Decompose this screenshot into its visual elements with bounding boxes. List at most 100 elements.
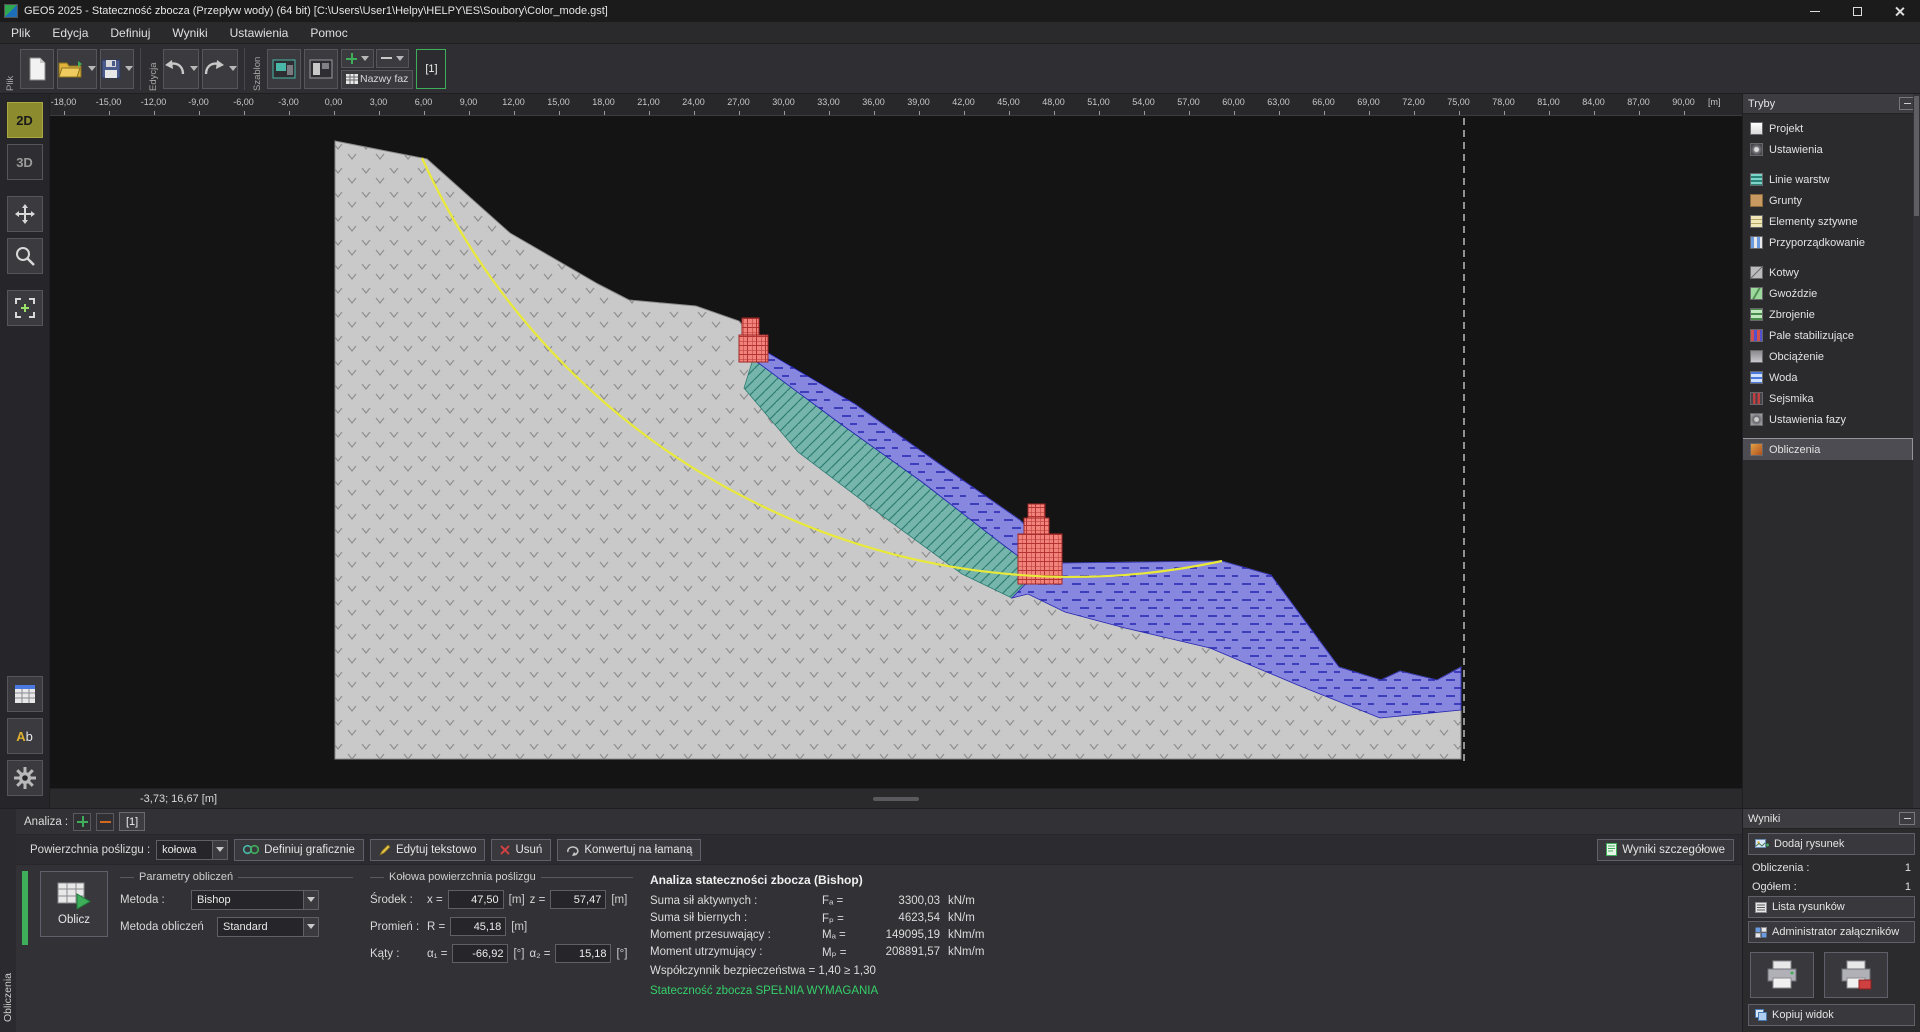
mode-item-projekt[interactable]: Projekt bbox=[1743, 118, 1912, 139]
bottom-vertical-tab[interactable]: Obliczenia bbox=[0, 809, 16, 1032]
print-picture-button[interactable] bbox=[1824, 952, 1888, 998]
ustawienia-fazy-icon bbox=[1750, 413, 1763, 426]
analysis-tab-1[interactable]: [1] bbox=[119, 812, 145, 831]
calculate-button[interactable]: Oblicz bbox=[40, 871, 108, 937]
scrollbar-thumb[interactable] bbox=[1914, 96, 1919, 216]
mode-item-linie-warstw[interactable]: Linie warstw bbox=[1743, 169, 1912, 190]
mode-item-pale[interactable]: Pale stabilizujące bbox=[1743, 325, 1912, 346]
mode-item-elementy-sztywne[interactable]: Elementy sztywne bbox=[1743, 211, 1912, 232]
print-document-button[interactable] bbox=[1750, 952, 1814, 998]
mode-item-ustawienia-fazy[interactable]: Ustawienia fazy bbox=[1743, 409, 1912, 430]
mode-item-przyporzadkowanie[interactable]: Przyporządkowanie bbox=[1743, 232, 1912, 253]
mode-item-label: Sejsmika bbox=[1769, 393, 1814, 405]
save-dropdown-icon[interactable] bbox=[125, 66, 133, 71]
menu-item-definiuj[interactable]: Definiuj bbox=[99, 22, 161, 43]
open-dropdown-icon[interactable] bbox=[88, 66, 96, 71]
pan-tool-button[interactable] bbox=[7, 196, 43, 232]
tables-button[interactable] bbox=[7, 676, 43, 712]
method-select[interactable]: Bishop bbox=[191, 890, 319, 910]
mode-item-obliczenia[interactable]: Obliczenia bbox=[1743, 439, 1912, 460]
new-file-button[interactable] bbox=[20, 49, 54, 89]
menu-item-wyniki[interactable]: Wyniki bbox=[161, 22, 218, 43]
mode-item-label: Linie warstw bbox=[1769, 174, 1830, 186]
calculations-value: 1 bbox=[1905, 862, 1911, 874]
delete-x-icon bbox=[500, 845, 510, 855]
add-phase-button[interactable] bbox=[341, 49, 374, 68]
open-file-button[interactable] bbox=[57, 49, 97, 89]
mode-item-sejsmika[interactable]: Sejsmika bbox=[1743, 388, 1912, 409]
results-collapse-button[interactable] bbox=[1899, 812, 1915, 825]
annotation-button[interactable]: Ab bbox=[7, 718, 43, 754]
panel-splitter-handle[interactable] bbox=[873, 797, 919, 801]
ruler-label: 0,00 bbox=[311, 94, 356, 107]
gabion-wall-lower[interactable] bbox=[1018, 504, 1062, 584]
remove-phase-dropdown-icon[interactable] bbox=[396, 56, 404, 61]
add-phase-dropdown-icon[interactable] bbox=[361, 56, 369, 61]
phase-names-button[interactable]: Nazwy faz bbox=[341, 70, 413, 89]
total-count-row: Ogółem : 1 bbox=[1748, 877, 1915, 896]
delete-label: Usuń bbox=[515, 844, 542, 856]
mode-item-grunty[interactable]: Grunty bbox=[1743, 190, 1912, 211]
view-3d-button[interactable]: 3D bbox=[7, 144, 43, 180]
copy-view-button[interactable]: Kopiuj widok bbox=[1748, 1004, 1915, 1026]
undo-button[interactable] bbox=[163, 49, 199, 89]
alpha1-unit: [°] bbox=[513, 948, 524, 960]
minimize-button[interactable] bbox=[1794, 0, 1836, 22]
center-x-input[interactable]: 47,50 bbox=[448, 890, 504, 909]
settings-button[interactable] bbox=[7, 760, 43, 796]
circular-slip-group: Kołowa powierzchnia poślizgu Środek : x … bbox=[370, 871, 638, 1032]
remove-phase-button[interactable] bbox=[376, 49, 409, 68]
detailed-results-button[interactable]: Wyniki szczegółowe bbox=[1597, 839, 1734, 861]
mode-item-obciazenie[interactable]: Obciążenie bbox=[1743, 346, 1912, 367]
zoom-tool-button[interactable] bbox=[7, 238, 43, 274]
redo-button[interactable] bbox=[202, 49, 238, 89]
view-2d-button[interactable]: 2D bbox=[7, 102, 43, 138]
radius-input[interactable]: 45,18 bbox=[450, 917, 506, 936]
close-button[interactable] bbox=[1878, 0, 1920, 22]
calc-method-select[interactable]: Standard bbox=[217, 917, 319, 937]
define-graphically-button[interactable]: Definiuj graficznie bbox=[234, 839, 364, 861]
alpha1-input[interactable]: -66,92 bbox=[452, 944, 508, 963]
add-drawing-button[interactable]: Dodaj rysunek bbox=[1748, 833, 1915, 855]
phase-tab-button[interactable]: [1] bbox=[416, 49, 446, 89]
alpha2-input[interactable]: 15,18 bbox=[555, 944, 611, 963]
mode-item-gwozdzie[interactable]: Gwoździe bbox=[1743, 283, 1912, 304]
gabion-wall-upper[interactable] bbox=[739, 318, 768, 362]
ab-label: Ab bbox=[16, 729, 33, 744]
menu-item-pomoc[interactable]: Pomoc bbox=[299, 22, 358, 43]
horizontal-ruler: -18,00-15,00-12,00-9,00-6,00-3,000,003,0… bbox=[50, 94, 1742, 116]
slip-surface-select[interactable]: kołowa bbox=[156, 840, 228, 860]
redo-dropdown-icon[interactable] bbox=[229, 66, 237, 71]
undo-dropdown-icon[interactable] bbox=[190, 66, 198, 71]
fit-view-button[interactable] bbox=[7, 290, 43, 326]
add-analysis-button[interactable] bbox=[73, 813, 91, 831]
define-graphically-icon bbox=[243, 844, 259, 855]
menubar: PlikEdycjaDefiniujWynikiUstawieniaPomoc bbox=[0, 22, 1920, 44]
maximize-button[interactable] bbox=[1836, 0, 1878, 22]
toolbar-file-group-label: Plik bbox=[4, 47, 17, 91]
mode-item-ustawienia[interactable]: Ustawienia bbox=[1743, 139, 1912, 160]
ruler-label: 60,00 bbox=[1211, 94, 1256, 107]
drawings-list-button[interactable]: Lista rysunków bbox=[1748, 896, 1915, 918]
menu-item-edycja[interactable]: Edycja bbox=[41, 22, 99, 43]
method-value: Bishop bbox=[197, 894, 231, 906]
menu-item-ustawienia[interactable]: Ustawienia bbox=[219, 22, 300, 43]
drawing-canvas[interactable] bbox=[50, 116, 1742, 788]
edit-textually-label: Edytuj tekstowo bbox=[396, 844, 477, 856]
bottom-vertical-tab-label: Obliczenia bbox=[2, 973, 14, 1022]
mode-item-woda[interactable]: Woda bbox=[1743, 367, 1912, 388]
menu-item-plik[interactable]: Plik bbox=[0, 22, 41, 43]
delete-slip-surface-button[interactable]: Usuń bbox=[491, 839, 551, 861]
template-frame-button[interactable] bbox=[267, 49, 301, 89]
phase-frame-button[interactable] bbox=[304, 49, 338, 89]
remove-analysis-button[interactable] bbox=[96, 813, 114, 831]
modes-scrollbar[interactable] bbox=[1913, 94, 1920, 808]
mode-item-zbrojenie[interactable]: Zbrojenie bbox=[1743, 304, 1912, 325]
mode-item-label: Grunty bbox=[1769, 195, 1802, 207]
mode-item-kotwy[interactable]: Kotwy bbox=[1743, 262, 1912, 283]
center-z-input[interactable]: 57,47 bbox=[550, 890, 606, 909]
attachments-admin-button[interactable]: Administrator załączników bbox=[1748, 921, 1915, 943]
edit-textually-button[interactable]: Edytuj tekstowo bbox=[370, 839, 486, 861]
convert-to-polygon-button[interactable]: Konwertuj na łamaną bbox=[557, 839, 701, 861]
save-button[interactable] bbox=[100, 49, 134, 89]
